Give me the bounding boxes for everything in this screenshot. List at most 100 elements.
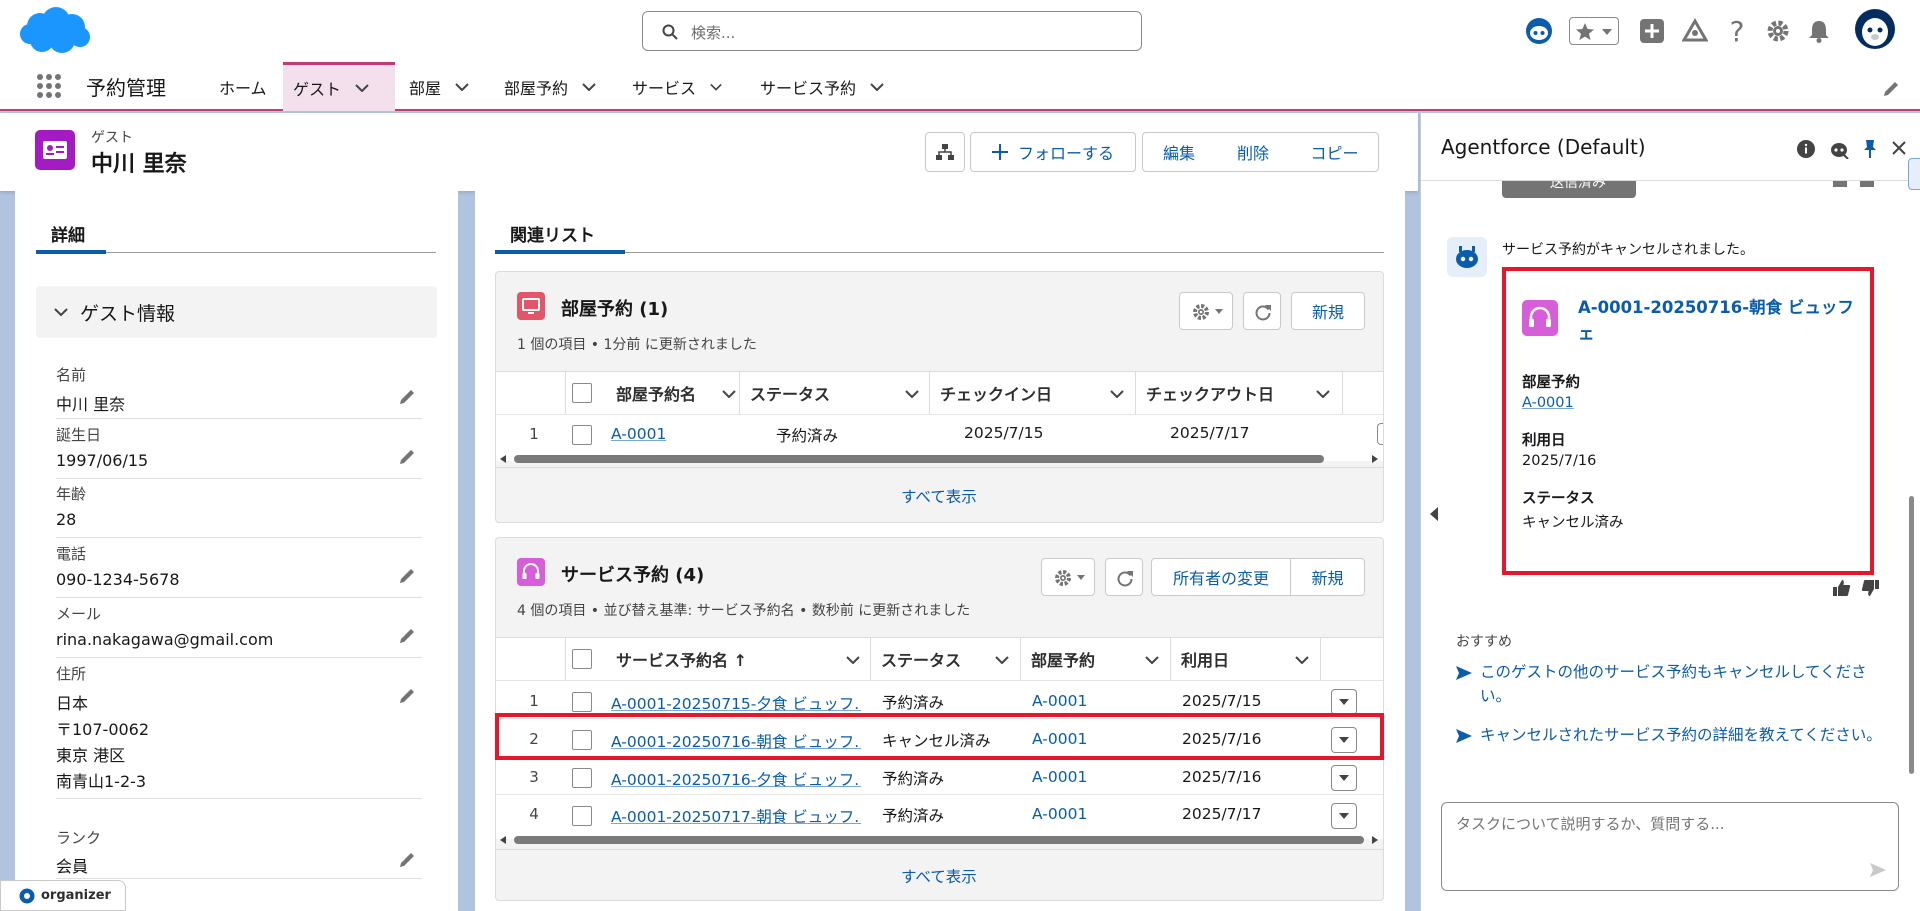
delete-button[interactable]: 削除 (1215, 132, 1292, 172)
row-action-button[interactable] (1331, 689, 1357, 715)
panel-side-handle[interactable] (1908, 158, 1920, 190)
service-reservation-link[interactable]: A-0001-20250715-夕食 ビュッフ... (611, 692, 861, 714)
trailhead-icon[interactable] (1682, 18, 1708, 44)
edit-pencil-icon[interactable] (398, 567, 416, 585)
chat-input[interactable]: タスクについて説明するか、質問する... (1441, 802, 1899, 891)
scroll-left-icon[interactable] (500, 455, 506, 463)
notifications-bell-icon[interactable] (1808, 19, 1830, 43)
edit-pencil-icon[interactable] (398, 687, 416, 705)
setup-gear-icon[interactable] (1766, 19, 1790, 43)
new-service-reservation-button[interactable]: 新規 (1290, 558, 1365, 596)
list-title[interactable]: サービス予約 (4) (561, 561, 704, 587)
chevron-down-icon[interactable] (355, 84, 369, 92)
select-all-checkbox[interactable] (572, 383, 592, 403)
row-checkbox[interactable] (572, 806, 592, 826)
scrollbar-thumb[interactable] (514, 836, 1364, 844)
room-reservation-link[interactable]: A-0001 (611, 425, 666, 443)
scrollbar-thumb[interactable] (514, 455, 1324, 463)
room-reservation-link[interactable]: A-0001 (1522, 395, 1574, 411)
hierarchy-button[interactable] (925, 132, 965, 172)
edit-nav-pencil-icon[interactable] (1882, 80, 1900, 98)
global-create-icon[interactable] (1640, 19, 1664, 43)
service-reservation-link[interactable]: A-0001-20250717-朝食 ビュッフ... (611, 805, 861, 827)
agent-reset-icon[interactable] (1829, 139, 1849, 159)
view-all-room-reservations-link[interactable]: すべて表示 (901, 485, 977, 507)
app-launcher-icon[interactable] (36, 73, 62, 99)
chevron-down-icon[interactable] (995, 656, 1009, 664)
list-settings-button[interactable] (1041, 558, 1095, 596)
edit-button[interactable]: 編集 (1142, 132, 1216, 172)
scroll-right-icon[interactable] (1372, 455, 1378, 463)
global-search[interactable]: 検索... (642, 11, 1142, 51)
select-all-checkbox[interactable] (572, 649, 592, 669)
tab-details[interactable]: 詳細 (51, 221, 85, 246)
scroll-right-icon[interactable] (1372, 836, 1378, 844)
thumbs-down-icon[interactable] (1858, 181, 1876, 189)
chevron-down-icon[interactable] (582, 82, 596, 91)
scroll-left-icon[interactable] (500, 836, 506, 844)
copy-button[interactable]: コピー (1291, 132, 1379, 172)
chevron-down-icon[interactable] (870, 82, 884, 91)
address-line[interactable]: 南青山1-2-3 (56, 768, 146, 792)
row-checkbox[interactable] (572, 425, 592, 445)
refresh-button[interactable] (1243, 292, 1281, 330)
salesforce-logo[interactable] (18, 6, 92, 56)
chevron-down-icon[interactable] (722, 390, 736, 398)
address-line[interactable]: 日本 (56, 690, 88, 714)
list-title[interactable]: 部屋予約 (1) (561, 295, 668, 321)
panel-collapse-icon[interactable] (1430, 507, 1438, 521)
row-checkbox[interactable] (572, 768, 592, 788)
row-action-button[interactable] (1331, 765, 1357, 791)
refresh-button[interactable] (1105, 558, 1143, 596)
guest-info-section-header[interactable]: ゲスト情報 (36, 286, 437, 338)
room-reservation-link[interactable]: A-0001 (1032, 692, 1087, 710)
column-header-room-reservation-name[interactable]: 部屋予約名 (606, 372, 740, 414)
horizontal-scrollbar[interactable] (500, 454, 1380, 464)
tab-home[interactable]: ホーム (209, 62, 283, 111)
row-action-button[interactable] (1331, 803, 1357, 829)
horizontal-scrollbar[interactable] (500, 835, 1380, 845)
tab-service[interactable]: サービス (622, 62, 732, 111)
tab-room-reservation[interactable]: 部屋予約 (494, 62, 610, 111)
info-icon[interactable] (1797, 140, 1815, 158)
scrollbar-thumb[interactable] (1909, 496, 1914, 774)
chevron-down-icon[interactable] (846, 656, 860, 664)
column-header-service-reservation-name[interactable]: サービス予約名 ↑ (606, 638, 871, 680)
chevron-down-icon[interactable] (710, 83, 722, 91)
column-header-checkin[interactable]: チェックイン日 (930, 372, 1136, 414)
column-header-use-date[interactable]: 利用日 (1171, 638, 1321, 680)
room-reservation-link[interactable]: A-0001 (1032, 768, 1087, 786)
panel-scrollbar[interactable] (1903, 113, 1920, 778)
record-card-title-link[interactable]: A-0001-20250716-朝食 ビュッフェ (1578, 295, 1864, 347)
organizer-badge[interactable]: organizer (0, 880, 126, 911)
chevron-down-icon[interactable] (455, 82, 469, 91)
chevron-down-icon[interactable] (1295, 656, 1309, 664)
thumbs-up-icon[interactable] (1831, 181, 1849, 189)
row-checkbox[interactable] (572, 692, 592, 712)
row-action-button[interactable] (1377, 423, 1383, 445)
favorites-button[interactable] (1569, 17, 1619, 45)
list-settings-button[interactable] (1179, 292, 1233, 330)
follow-button[interactable]: フォローする (970, 132, 1136, 172)
column-header-status[interactable]: ステータス (871, 638, 1021, 680)
new-room-reservation-button[interactable]: 新規 (1291, 292, 1365, 330)
room-reservation-link[interactable]: A-0001 (1032, 805, 1087, 823)
column-header-status[interactable]: ステータス (740, 372, 930, 414)
user-avatar[interactable] (1854, 8, 1896, 50)
chevron-down-icon[interactable] (1110, 390, 1124, 398)
change-owner-button[interactable]: 所有者の変更 (1151, 558, 1291, 596)
column-header-checkout[interactable]: チェックアウト日 (1136, 372, 1343, 414)
edit-pencil-icon[interactable] (398, 448, 416, 466)
email-link[interactable]: rina.nakagawa@gmail.com (56, 630, 273, 649)
agentforce-icon[interactable] (1524, 16, 1554, 46)
send-icon[interactable] (1870, 863, 1886, 877)
thumbs-up-icon[interactable] (1833, 579, 1851, 597)
edit-pencil-icon[interactable] (398, 627, 416, 645)
column-header-room-reservation[interactable]: 部屋予約 (1021, 638, 1171, 680)
pin-icon[interactable] (1862, 139, 1878, 159)
chevron-down-icon[interactable] (905, 390, 919, 398)
chevron-down-icon[interactable] (1145, 656, 1159, 664)
tab-room[interactable]: 部屋 (399, 62, 485, 111)
help-icon[interactable]: ? (1726, 17, 1748, 45)
tab-related[interactable]: 関連リスト (510, 221, 595, 246)
